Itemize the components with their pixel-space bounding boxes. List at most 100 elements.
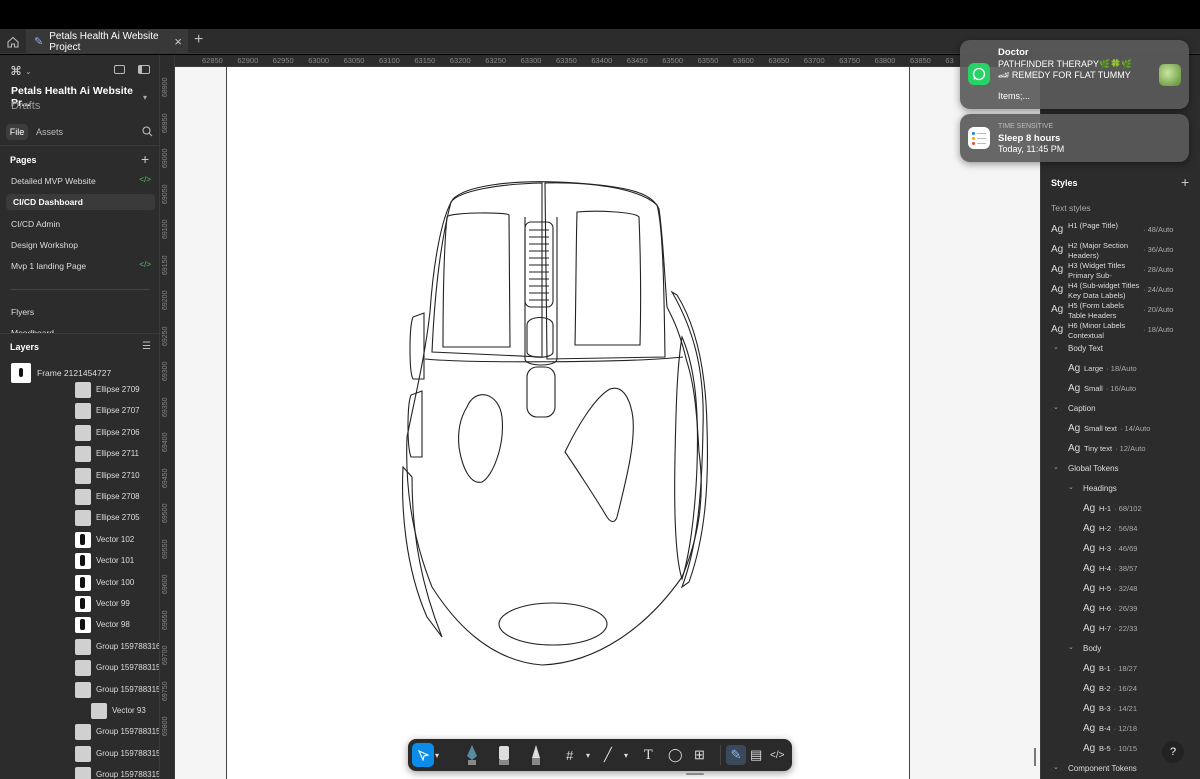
pencil-tool-button[interactable]: [526, 745, 546, 765]
search-icon[interactable]: [142, 126, 153, 140]
panel-resize-handle[interactable]: [1034, 748, 1036, 766]
add-style-icon[interactable]: +: [1181, 174, 1189, 190]
text-style-name: H3 (Widget Titles Primary Sub-Sections): [1068, 261, 1126, 280]
text-style-item[interactable]: Ag H6 (Minor Labels Contextual Informatio…: [1051, 320, 1191, 340]
ruler-tick-label: 63: [945, 56, 954, 65]
text-tool-icon[interactable]: T: [644, 745, 653, 765]
text-style-token-name: Tiny text: [1084, 444, 1113, 453]
text-style-item[interactable]: Ag H-7 · 22/33: [1083, 622, 1191, 638]
draw-mode-icon[interactable]: ✎: [726, 745, 746, 765]
page-item[interactable]: CI/CD Dashboard: [6, 194, 155, 211]
notification-reminders[interactable]: TIME SENSITIVE Sleep 8 hours Today, 11:4…: [960, 114, 1189, 162]
tab-assets[interactable]: Assets: [36, 127, 63, 137]
layer-item[interactable]: Ellipse 2706: [0, 424, 159, 442]
text-style-item[interactable]: Ag H4 (Sub-widget Titles Key Data Labels)…: [1051, 280, 1191, 300]
comment-tool-icon[interactable]: ◯: [668, 745, 683, 765]
layer-item[interactable]: Ellipse 2705: [0, 509, 159, 527]
layer-item[interactable]: Vector 93: [0, 702, 159, 720]
layers-list-icon[interactable]: ☰: [142, 341, 151, 352]
close-tab-icon[interactable]: ×: [174, 34, 182, 49]
frame-tool-icon[interactable]: #: [566, 745, 573, 765]
move-tool-button[interactable]: [412, 743, 434, 767]
palm-oval: [498, 602, 608, 646]
text-style-item[interactable]: Ag H-6 · 26/39: [1083, 602, 1191, 618]
new-tab-icon[interactable]: +: [194, 31, 203, 49]
layer-item[interactable]: Group 1597883156: [0, 745, 159, 763]
chevron-down-icon[interactable]: ▾: [586, 745, 590, 765]
canvas[interactable]: [175, 67, 1040, 779]
layer-item[interactable]: Group 1597883158: [0, 681, 160, 699]
pen-tool-button[interactable]: [462, 745, 482, 765]
text-style-item[interactable]: Ag Tiny text · 12/Auto: [1068, 442, 1191, 458]
text-style-spec: · 36/Auto: [1143, 245, 1174, 254]
page-item[interactable]: Mvp 1 landing Page </>: [6, 258, 155, 274]
layer-item[interactable]: Ellipse 2708: [0, 488, 159, 506]
group-label: Global Tokens: [1068, 464, 1119, 473]
layer-item[interactable]: Vector 99: [0, 595, 159, 613]
vector-thumbnail: [75, 531, 91, 548]
page-item[interactable]: Flyers: [11, 307, 34, 317]
artboard-frame[interactable]: [226, 67, 910, 779]
add-page-icon[interactable]: +: [141, 151, 149, 167]
text-style-item[interactable]: Ag H3 (Widget Titles Primary Sub-Sections…: [1051, 260, 1191, 280]
toolbar-handle[interactable]: [686, 773, 704, 775]
chevron-down-icon[interactable]: ▾: [435, 745, 439, 765]
text-style-item[interactable]: Ag H-2 · 56/84: [1083, 522, 1191, 538]
text-style-item[interactable]: Ag H5 (Form Labels Table Headers Secondar…: [1051, 300, 1191, 320]
ruler-tick-label: 69000: [162, 148, 169, 168]
page-item[interactable]: Design Workshop: [6, 237, 155, 253]
layer-item[interactable]: Vector 100: [0, 574, 159, 592]
layer-item[interactable]: Vector 102: [0, 531, 159, 549]
text-style-item[interactable]: Ag H2 (Major Section Headers) · 36/Auto: [1051, 240, 1191, 260]
ruler-tick-label: 63450: [626, 56, 648, 65]
text-style-item[interactable]: Ag H-4 · 38/57: [1083, 562, 1191, 578]
text-style-item[interactable]: Ag B-2 · 16/24: [1083, 682, 1191, 698]
sidebar-toggle-icon[interactable]: [138, 65, 150, 74]
layer-label: Group 1597883158: [96, 684, 160, 694]
text-style-item[interactable]: Ag B-1 · 18/27: [1083, 662, 1191, 678]
text-style-item[interactable]: Ag H-1 · 68/102: [1083, 502, 1191, 518]
text-style-item[interactable]: Ag H-5 · 32/48: [1083, 582, 1191, 598]
layer-item[interactable]: Group 1597883157: [0, 723, 159, 741]
text-style-name: H-2 · 56/84: [1099, 524, 1137, 533]
chevron-down-icon[interactable]: ▾: [624, 745, 628, 765]
text-style-token-name: Small: [1084, 384, 1103, 393]
text-style-item[interactable]: Ag H-3 · 46/69: [1083, 542, 1191, 558]
tab-file[interactable]: File: [6, 124, 28, 140]
notification-line2: 🏎 REMEDY FOR FLAT TUMMY: [998, 70, 1131, 80]
layer-item[interactable]: Vector 98: [0, 616, 159, 634]
text-style-item[interactable]: Ag Large · 18/Auto: [1068, 362, 1191, 378]
file-tab[interactable]: ✎ Petals Health Ai Website Project ×: [26, 29, 188, 54]
layer-item[interactable]: Group 1597883159: [0, 659, 159, 677]
text-style-item[interactable]: Ag H1 (Page Title) · 48/Auto: [1051, 220, 1191, 240]
main-menu-button[interactable]: ⌘ ⌄: [10, 64, 32, 78]
text-style-item[interactable]: Ag Small text · 14/Auto: [1068, 422, 1191, 438]
help-button[interactable]: ?: [1162, 741, 1184, 763]
text-style-item[interactable]: Ag Small · 16/Auto: [1068, 382, 1191, 398]
layer-item[interactable]: Ellipse 2709: [0, 381, 159, 399]
notification-whatsapp[interactable]: Doctor PATHFINDER THERAPY🌿🍀🌿 🏎 REMEDY FO…: [960, 40, 1189, 109]
line-tool-icon[interactable]: ╱: [604, 745, 612, 765]
layer-item[interactable]: Ellipse 2710: [0, 467, 159, 485]
text-style-name: B-3 · 14/21: [1099, 704, 1137, 713]
layer-item[interactable]: Ellipse 2707: [0, 402, 159, 420]
text-style-name: B-5 · 10/15: [1099, 744, 1137, 753]
layer-item[interactable]: Group 1597883160: [0, 638, 159, 656]
design-mode-icon[interactable]: ▤: [750, 745, 762, 765]
brush-tool-button[interactable]: [494, 745, 514, 765]
ruler-tick-label: 63300: [520, 56, 542, 65]
home-icon[interactable]: [0, 29, 26, 54]
components-icon[interactable]: ⊞: [694, 745, 705, 765]
page-item[interactable]: CI/CD Admin: [6, 216, 155, 232]
dev-mode-icon[interactable]: </>: [770, 745, 784, 765]
layout-icon[interactable]: [114, 65, 125, 74]
layer-item[interactable]: Ellipse 2711: [0, 445, 159, 463]
ruler-tick-label: 69400: [162, 432, 169, 452]
layer-item[interactable]: Vector 101: [0, 552, 159, 570]
text-style-spec: · 28/Auto: [1143, 265, 1174, 274]
text-style-token-name: H-2: [1099, 524, 1112, 533]
page-item[interactable]: Detailed MVP Website </>: [6, 173, 155, 189]
text-style-item[interactable]: Ag B-3 · 14/21: [1083, 702, 1191, 718]
text-style-item[interactable]: Ag B-4 · 12/18: [1083, 722, 1191, 738]
layer-item[interactable]: Group 1597883155: [0, 766, 159, 779]
